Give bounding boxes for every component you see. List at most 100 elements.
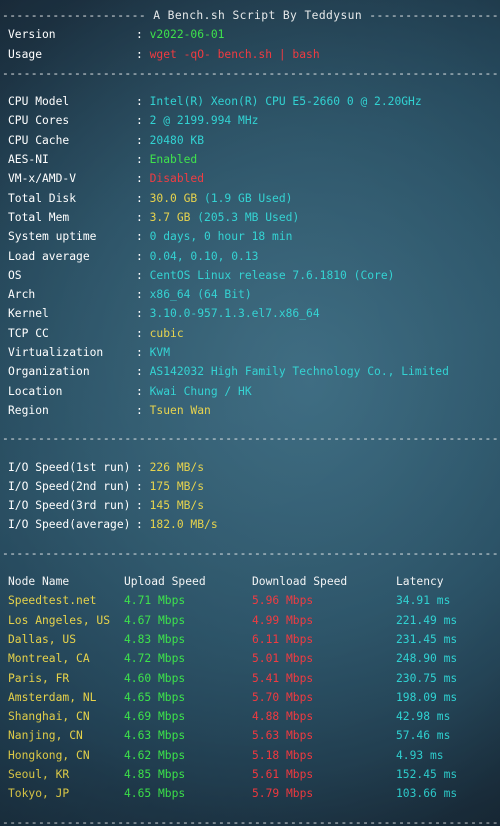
cell-latency: 4.93 ms xyxy=(396,748,444,762)
system-info-value: 0.04, 0.10, 0.13 xyxy=(149,249,259,263)
io-speed-row: I/O Speed(1st run): 226 MB/s xyxy=(0,458,500,477)
system-info-label: Total Disk xyxy=(8,191,77,205)
system-info-row: Kernel: 3.10.0-957.1.3.el7.x86_64 xyxy=(0,304,500,323)
cell-latency: 152.45 ms xyxy=(396,767,458,781)
system-info-row: Organization: AS142032 High Family Techn… xyxy=(0,362,500,381)
cell-latency: 34.91 ms xyxy=(396,594,451,608)
cell-latency: 103.66 ms xyxy=(396,787,458,801)
system-info-row: OS: CentOS Linux release 7.6.1810 (Core) xyxy=(0,266,500,285)
colon-separator: : xyxy=(136,288,150,302)
colon-separator: : xyxy=(136,346,150,360)
system-info-label: OS xyxy=(8,268,22,282)
colon-separator: : xyxy=(136,249,150,263)
cell-node-name: Nanjing, CN xyxy=(8,729,83,743)
io-speed-value: 226 MB/s xyxy=(149,460,205,474)
colon-separator: : xyxy=(136,95,150,109)
system-info-label: Location xyxy=(8,384,63,398)
system-info-label: AES-NI xyxy=(8,153,49,167)
speedtest-row: Dallas, US 4.83 Mbps 6.11 Mbps 231.45 ms xyxy=(0,630,500,649)
speedtest-header-row: Node Name Upload Speed Download Speed Laten… xyxy=(0,572,500,591)
colon-separator: : xyxy=(136,114,150,128)
system-info-row: Location: Kwai Chung / HK xyxy=(0,382,500,401)
cell-download-speed: 6.11 Mbps xyxy=(252,632,314,646)
speedtest-row: Tokyo, JP 4.65 Mbps 5.79 Mbps 103.66 ms xyxy=(0,784,500,803)
column-header-upload-speed: Upload Speed xyxy=(124,575,206,589)
cell-download-speed: 5.63 Mbps xyxy=(252,729,314,743)
system-info-label: Kernel xyxy=(8,307,49,321)
system-info-label: VM-x/AMD-V xyxy=(8,172,77,186)
header-info-value: wget -qO- bench.sh | bash xyxy=(149,47,320,61)
system-info-label: CPU Cores xyxy=(8,114,70,128)
cell-upload-speed: 4.69 Mbps xyxy=(124,710,186,724)
cell-latency: 230.75 ms xyxy=(396,671,458,685)
header-info-label: Usage xyxy=(8,47,43,61)
system-info-label: CPU Model xyxy=(8,95,70,109)
system-info-value: 3.10.0-957.1.3.el7.x86_64 xyxy=(149,307,320,321)
cell-node-name: Paris, FR xyxy=(8,671,70,685)
cell-download-speed: 4.88 Mbps xyxy=(252,710,314,724)
separator-1: ----------------------------------------… xyxy=(2,66,500,80)
cell-node-name: Shanghai, CN xyxy=(8,710,90,724)
cell-download-speed: 5.96 Mbps xyxy=(252,594,314,608)
system-info-value: CentOS Linux release 7.6.1810 (Core) xyxy=(149,268,395,282)
colon-separator: : xyxy=(136,133,150,147)
cell-upload-speed: 4.85 Mbps xyxy=(124,767,186,781)
io-speed-row: I/O Speed(3rd run): 145 MB/s xyxy=(0,496,500,515)
system-info-value: cubic xyxy=(149,326,184,340)
system-info-row: CPU Model: Intel(R) Xeon(R) CPU E5-2660 … xyxy=(0,92,500,111)
cell-upload-speed: 4.71 Mbps xyxy=(124,594,186,608)
cell-latency: 231.45 ms xyxy=(396,632,458,646)
header-info-row: Version: v2022-06-01 xyxy=(0,25,500,44)
system-info-label: Total Mem xyxy=(8,210,70,224)
cell-download-speed: 5.70 Mbps xyxy=(252,690,314,704)
speedtest-row: Amsterdam, NL 4.65 Mbps 5.70 Mbps 198.09 ms xyxy=(0,688,500,707)
cell-upload-speed: 4.63 Mbps xyxy=(124,729,186,743)
cell-upload-speed: 4.65 Mbps xyxy=(124,690,186,704)
system-info-label: TCP CC xyxy=(8,326,49,340)
system-info-value-detail: (1.9 GB Used) xyxy=(197,191,293,205)
system-info-row: AES-NI: Enabled xyxy=(0,150,500,169)
system-info-row: VM-x/AMD-V: Disabled xyxy=(0,169,500,188)
cell-node-name: Hongkong, CN xyxy=(8,748,90,762)
cell-node-name: Montreal, CA xyxy=(8,652,90,666)
cell-upload-speed: 4.65 Mbps xyxy=(124,787,186,801)
colon-separator: : xyxy=(136,365,150,379)
system-info-row: CPU Cores: 2 @ 2199.994 MHz xyxy=(0,111,500,130)
cell-upload-speed: 4.72 Mbps xyxy=(124,652,186,666)
title-banner: -------------------- A Bench.sh Script B… xyxy=(2,9,500,22)
separator-2: ----------------------------------------… xyxy=(2,432,500,446)
io-speed-value: 175 MB/s xyxy=(149,479,205,493)
system-info-value: AS142032 High Family Technology Co., Lim… xyxy=(149,365,449,379)
system-info-value: x86_64 (64 Bit) xyxy=(149,288,252,302)
speedtest-row: Hongkong, CN 4.62 Mbps 5.18 Mbps 4.93 ms xyxy=(0,746,500,765)
io-speed-value: 182.0 MB/s xyxy=(149,518,218,532)
system-info-value: 20480 KB xyxy=(149,133,205,147)
colon-separator: : xyxy=(136,499,150,513)
system-info-label: Organization xyxy=(8,365,90,379)
colon-separator: : xyxy=(136,191,150,205)
colon-separator: : xyxy=(136,460,150,474)
speedtest-row: Speedtest.net 4.71 Mbps 5.96 Mbps 34.91 ms xyxy=(0,591,500,610)
cell-upload-speed: 4.67 Mbps xyxy=(124,613,186,627)
cell-latency: 221.49 ms xyxy=(396,613,458,627)
separator-4: ----------------------------------------… xyxy=(2,815,500,826)
column-header-node-name: Node Name xyxy=(8,575,70,589)
system-info-value-detail: (205.3 MB Used) xyxy=(190,210,300,224)
column-header-latency: Latency xyxy=(396,575,444,589)
cell-latency: 248.90 ms xyxy=(396,652,458,666)
system-info-row: TCP CC: cubic xyxy=(0,324,500,343)
system-info-row: Load average: 0.04, 0.10, 0.13 xyxy=(0,247,500,266)
system-info-value: 0 days, 0 hour 18 min xyxy=(149,230,293,244)
colon-separator: : xyxy=(136,479,150,493)
speedtest-row: Seoul, KR 4.85 Mbps 5.61 Mbps 152.45 ms xyxy=(0,765,500,784)
io-speed-label: I/O Speed(2nd run) xyxy=(8,479,131,493)
colon-separator: : xyxy=(136,307,150,321)
system-info-label: Virtualization xyxy=(8,346,104,360)
io-speed-label: I/O Speed(average) xyxy=(8,518,131,532)
system-info-row: CPU Cache: 20480 KB xyxy=(0,131,500,150)
colon-separator: : xyxy=(136,268,150,282)
